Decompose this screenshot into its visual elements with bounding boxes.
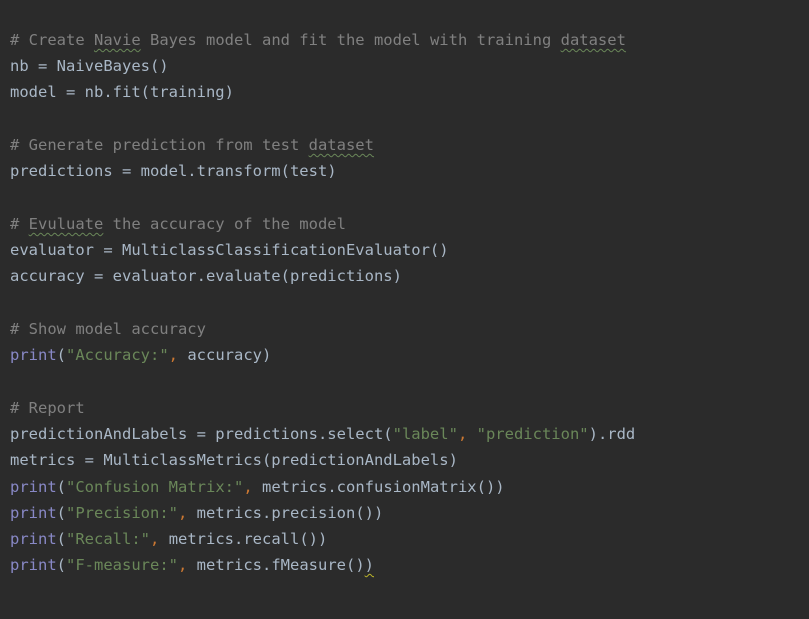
builtin-print: print: [10, 556, 57, 574]
code-line: model = nb.fit(training): [10, 83, 234, 101]
string-literal: "F-measure:": [66, 556, 178, 574]
spelling-typo: Navie: [94, 31, 141, 49]
string-literal: "prediction": [476, 425, 589, 443]
builtin-print: print: [10, 478, 57, 496]
code-line: print("Precision:", metrics.precision()): [10, 504, 384, 522]
code-editor[interactable]: # Create Navie Bayes model and fit the m…: [0, 0, 809, 619]
code-line: predictionAndLabels = predictions.select…: [10, 425, 636, 443]
builtin-print: print: [10, 504, 57, 522]
code-line-comment: # Evuluate the accuracy of the model: [10, 215, 346, 233]
code-line: print("F-measure:", metrics.fMeasure()): [10, 556, 374, 574]
code-line: metrics = MulticlassMetrics(predictionAn…: [10, 451, 458, 469]
code-line: nb = NaiveBayes(): [10, 57, 169, 75]
code-line: predictions = model.transform(test): [10, 162, 337, 180]
builtin-print: print: [10, 530, 57, 548]
builtin-print: print: [10, 346, 57, 364]
spelling-typo: dataset: [308, 136, 374, 154]
code-line: print("Accuracy:", accuracy): [10, 346, 272, 364]
code-line: print("Recall:", metrics.recall()): [10, 530, 328, 548]
string-literal: "Confusion Matrix:": [66, 478, 244, 496]
string-literal: "Recall:": [66, 530, 151, 548]
spelling-typo: Evuluate: [28, 215, 104, 233]
string-literal: "Accuracy:": [66, 346, 169, 364]
spelling-typo: dataset: [560, 31, 626, 49]
warning-marker: ): [364, 556, 374, 574]
string-literal: "Precision:": [66, 504, 178, 522]
code-line: accuracy = evaluator.evaluate(prediction…: [10, 267, 402, 285]
string-literal: "label": [392, 425, 458, 443]
code-line-comment: # Show model accuracy: [10, 320, 206, 338]
code-line-comment: # Generate prediction from test dataset: [10, 136, 374, 154]
code-line: evaluator = MulticlassClassificationEval…: [10, 241, 449, 259]
code-line-comment: # Create Navie Bayes model and fit the m…: [10, 31, 626, 49]
code-line: print("Confusion Matrix:", metrics.confu…: [10, 478, 505, 496]
code-line-comment: # Report: [10, 399, 85, 417]
